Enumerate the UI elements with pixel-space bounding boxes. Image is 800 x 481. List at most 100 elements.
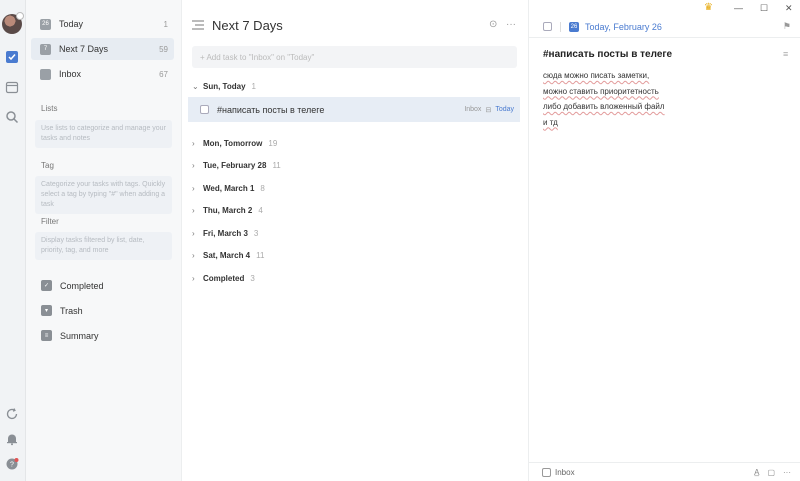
note-line: либо добавить вложенный файл (543, 102, 665, 111)
priority-flag-icon[interactable]: ⚑ (783, 21, 791, 32)
task-detail-pane: ♛ — ☐ ✕ 26 Today, February 26 ⚑ #написат… (528, 0, 800, 481)
sidebar-item-next-7-days[interactable]: 7 Next 7 Days 59 (31, 38, 174, 60)
sidebar-item-summary[interactable]: ≡ Summary (41, 330, 99, 341)
close-icon[interactable]: ✕ (785, 3, 793, 14)
app-rail: ? (0, 0, 26, 481)
sync-icon[interactable] (5, 407, 19, 421)
sidebar-item-label: Next 7 Days (59, 44, 109, 54)
group-header-completed[interactable]: › Completed 3 (192, 274, 255, 283)
group-header-feb-28[interactable]: › Tue, February 28 11 (192, 161, 281, 170)
add-task-input[interactable]: + Add task to "Inbox" on "Today" (192, 46, 517, 68)
divider (560, 21, 561, 32)
sidebar-item-label: Summary (60, 330, 99, 341)
sidebar-item-label: Completed (60, 280, 104, 291)
detail-due-date[interactable]: Today, February 26 (585, 22, 662, 32)
group-header-mar-3[interactable]: › Fri, March 3 3 (192, 229, 258, 238)
group-count: 1 (251, 82, 256, 91)
svg-text:?: ? (10, 462, 14, 469)
chevron-right-icon: › (192, 229, 195, 238)
detail-task-title[interactable]: #написать посты в телеге (543, 49, 672, 60)
detail-list-label[interactable]: Inbox (555, 468, 575, 477)
detail-notes[interactable]: сюда можно писать заметки, можно ставить… (543, 68, 665, 130)
search-icon[interactable] (5, 110, 19, 124)
lists-hint: Use lists to categorize and manage your … (35, 120, 172, 148)
sidebar-item-label: Trash (60, 305, 83, 316)
detail-task-checkbox[interactable] (543, 22, 552, 31)
calendar-today-icon: 26 (40, 18, 51, 30)
detail-header: 26 Today, February 26 ⚑ (529, 16, 800, 38)
detail-footer: Inbox A̲ ▢ ··· (529, 462, 800, 481)
calendar-date-icon: 26 (569, 21, 579, 32)
notification-bell-icon[interactable] (5, 432, 19, 446)
group-header-tomorrow[interactable]: › Mon, Tomorrow 19 (192, 139, 277, 148)
more-options-icon[interactable]: ··· (783, 468, 791, 477)
group-header-mar-4[interactable]: › Sat, March 4 11 (192, 251, 264, 260)
group-count: 11 (272, 161, 281, 170)
group-count: 8 (260, 184, 265, 193)
maximize-icon[interactable]: ☐ (760, 3, 768, 14)
sidebar-item-label: Inbox (59, 69, 82, 79)
chevron-right-icon: › (192, 206, 195, 215)
chevron-right-icon: › (192, 274, 195, 283)
tag-hint: Categorize your tasks with tags. Quickly… (35, 176, 172, 214)
task-row[interactable]: #написать посты в телеге Inbox ⊟ Today (188, 97, 520, 122)
task-due-date: Today (495, 106, 514, 113)
chevron-down-icon: ⌄ (192, 82, 199, 91)
group-label: Sat, March 4 (203, 251, 251, 260)
calendar-icon[interactable] (5, 80, 19, 94)
more-options-icon[interactable]: ··· (506, 19, 516, 30)
group-label: Thu, March 2 (203, 206, 253, 215)
task-checkbox[interactable] (200, 105, 209, 114)
list-icon: ⊟ (485, 106, 492, 114)
avatar-badge (16, 12, 24, 20)
sidebar-item-completed[interactable]: ✓ Completed (41, 280, 104, 291)
sidebar-item-trash[interactable]: ▾ Trash (41, 305, 83, 316)
group-label: Fri, March 3 (203, 229, 248, 238)
sort-clock-icon[interactable]: ⊙ (489, 19, 497, 30)
premium-crown-icon[interactable]: ♛ (704, 2, 713, 13)
sidebar-item-count: 1 (163, 19, 168, 29)
sidebar-item-today[interactable]: 26 Today 1 (31, 13, 174, 35)
sidebar-item-count: 67 (159, 69, 168, 79)
chevron-right-icon: › (192, 161, 195, 170)
group-label: Wed, March 1 (203, 184, 255, 193)
filter-section-title[interactable]: Filter (41, 217, 59, 226)
group-header-today[interactable]: ⌄ Sun, Today 1 (192, 82, 256, 91)
group-label: Completed (203, 274, 245, 283)
minimize-icon[interactable]: — (734, 3, 743, 13)
collapse-sidebar-icon[interactable] (192, 20, 204, 30)
summary-icon: ≡ (41, 330, 52, 341)
help-icon[interactable]: ? (5, 457, 19, 471)
sidebar-item-label: Today (59, 19, 84, 29)
calendar-week-icon: 7 (40, 43, 51, 55)
attachment-icon[interactable]: ▢ (767, 468, 775, 477)
page-title: Next 7 Days (212, 18, 283, 33)
chevron-right-icon: › (192, 184, 195, 193)
group-label: Tue, February 28 (203, 161, 267, 170)
tasks-check-icon[interactable] (5, 50, 19, 64)
text-format-icon[interactable]: A̲ (754, 468, 759, 477)
sidebar-item-inbox[interactable]: Inbox 67 (31, 63, 174, 85)
task-title: #написать посты в телеге (217, 104, 325, 115)
inbox-icon (40, 68, 51, 80)
group-count: 11 (256, 251, 265, 260)
tag-section-title[interactable]: Tag (41, 161, 54, 170)
group-count: 3 (250, 274, 255, 283)
trash-icon: ▾ (41, 305, 52, 316)
detail-menu-icon[interactable]: ≡ (783, 49, 788, 59)
group-header-mar-2[interactable]: › Thu, March 2 4 (192, 206, 263, 215)
group-header-mar-1[interactable]: › Wed, March 1 8 (192, 184, 265, 193)
filter-hint: Display tasks filtered by list, date, pr… (35, 232, 172, 260)
task-list-label: Inbox (464, 106, 482, 113)
sidebar-item-count: 59 (159, 44, 168, 54)
group-label: Sun, Today (203, 82, 246, 91)
inbox-icon (542, 467, 551, 477)
group-label: Mon, Tomorrow (203, 139, 263, 148)
checkbox-checked-icon: ✓ (41, 280, 52, 291)
group-count: 4 (258, 206, 263, 215)
chevron-right-icon: › (192, 251, 195, 260)
sidebar: 26 Today 1 7 Next 7 Days 59 Inbox 67 Lis… (26, 0, 182, 481)
note-line: сюда можно писать заметки, (543, 71, 650, 80)
lists-section-title[interactable]: Lists (41, 104, 57, 113)
group-count: 3 (253, 229, 259, 238)
